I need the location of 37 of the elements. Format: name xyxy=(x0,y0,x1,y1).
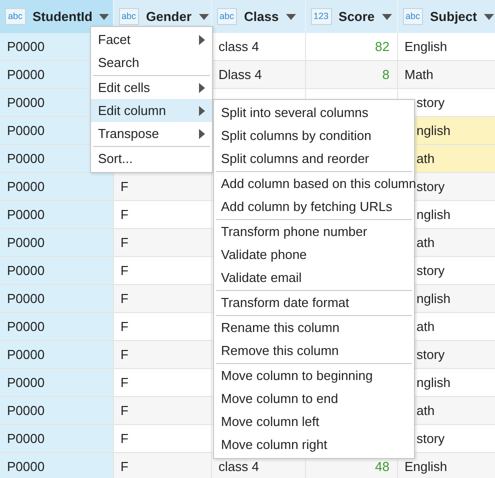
type-badge: abc xyxy=(402,8,424,25)
caret-icon xyxy=(99,14,110,20)
type-badge: abc xyxy=(5,8,26,25)
table-cell: P0000 xyxy=(0,340,113,368)
column-title: Subject xyxy=(430,9,477,24)
submenu-arrow-icon xyxy=(199,128,205,138)
table-cell: P0000 xyxy=(0,284,113,312)
column-title: Score xyxy=(338,9,375,24)
table-cell: P0000 xyxy=(0,256,113,284)
table-cell: P0000 xyxy=(0,312,113,340)
type-badge: abc xyxy=(118,8,140,25)
table-cell: P0000 xyxy=(0,424,113,452)
menu-item[interactable]: Edit column xyxy=(91,99,212,122)
table-cell: P0000 xyxy=(0,368,113,396)
submenu-arrow-icon xyxy=(199,34,205,44)
column-title: Class xyxy=(244,9,279,24)
caret-icon xyxy=(382,14,392,20)
type-badge: abc xyxy=(216,8,238,25)
menu-item[interactable]: Transform date format xyxy=(214,291,414,314)
column-header[interactable]: abc StudentId xyxy=(0,0,113,33)
table-cell: P0000 xyxy=(0,200,113,228)
column-title: StudentId xyxy=(32,9,92,24)
table-cell: P0000 xyxy=(0,172,113,200)
type-badge: 123 xyxy=(310,8,332,25)
submenu-arrow-icon xyxy=(199,106,205,116)
column-header[interactable]: abc Subject xyxy=(397,0,495,33)
column-header[interactable]: 123 Score xyxy=(305,0,397,33)
caret-icon xyxy=(484,14,494,20)
submenu-arrow-icon xyxy=(199,82,205,92)
table-cell: P0000 xyxy=(0,452,113,478)
caret-icon xyxy=(198,14,209,20)
table-cell: F xyxy=(113,452,211,478)
column-title: Gender xyxy=(146,9,192,24)
table-cell: P0000 xyxy=(0,228,113,256)
caret-icon xyxy=(286,14,296,20)
table-cell: P0000 xyxy=(0,396,113,424)
column-header[interactable]: abc Class xyxy=(211,0,305,33)
